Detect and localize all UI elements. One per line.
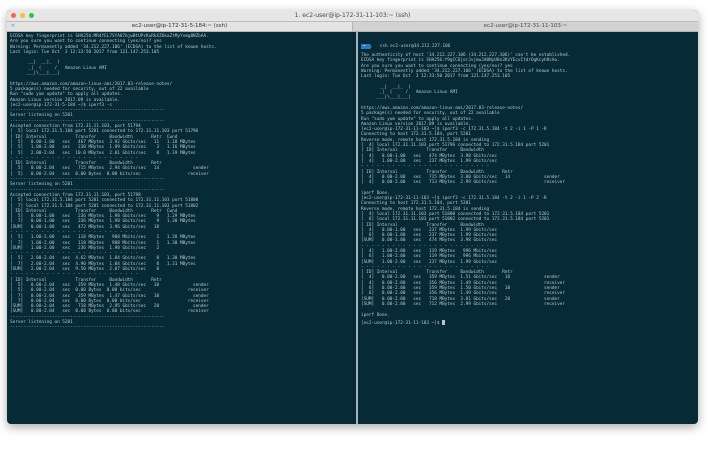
terminal-line: [ 4] 0.00-1.00 sec 474 MBytes 3.98 Gbits… <box>361 153 497 159</box>
prompt-line: ~ ssh ec2-user@34.212.227.106 <box>358 32 698 51</box>
terminal-line: [SUM] 2.00-2.04 sec 9.50 MBytes 2.07 Gbi… <box>10 267 160 273</box>
final-prompt[interactable]: [ec2-user@ip-172-31-11-103 ~]$ <box>358 319 698 326</box>
terminal-line: ___|\___|___| <box>376 95 411 101</box>
terminal-line: ----------------------------------------… <box>10 187 165 193</box>
terminal-line: [ 5] 1.00-2.00 sec 118 MBytes 988 Mbits/… <box>10 235 196 241</box>
terminal-line: Server listening on 5201 <box>10 113 73 119</box>
title-bar[interactable]: 1. ec2-user@ip-172-31-11-103:~ (ssh) <box>7 10 698 22</box>
terminal-line: [ 5] 2.00-2.04 sec 10.0 MBytes 2.01 Gbit… <box>10 150 196 156</box>
terminal-line: [SUM] 0.00-2.04 sec 0.00 Bytes 0.00 bits… <box>10 309 209 315</box>
terminal-line: [SUM] 0.00-1.00 sec 472 MBytes 3.96 Gbit… <box>10 224 160 230</box>
terminal-line: ----------------------------------------… <box>10 118 165 124</box>
terminal-line: iperf Done. <box>361 312 390 318</box>
terminal-line: Run "sudo yum update" to apply all updat… <box>361 116 474 122</box>
terminal-line: ----------------------------------------… <box>10 325 165 331</box>
terminal-line: [ 6] 0.00-2.00 sec 356 MBytes 1.49 Gbits… <box>361 291 565 297</box>
terminal-line: Connecting to host 172.31.5.184, port 52… <box>361 132 471 138</box>
terminal-line: Are you sure you want to continue connec… <box>361 63 513 69</box>
terminal-line: Server listening on 5201 <box>10 182 73 188</box>
text-cursor <box>442 319 446 325</box>
terminal-line: ----------------------------------------… <box>10 314 165 320</box>
prompt-badge: ~ <box>361 44 372 50</box>
terminal-line: https://aws.amazon.com/amazon-linux-ami/… <box>10 81 173 87</box>
terminal-line: [ ID] Interval Transfer Bandwidth <box>361 222 484 228</box>
tab-bar: ✕ ec2-user@ip-172-31-5-184:~ (ssh) ec2-u… <box>7 22 698 32</box>
terminal-line: [SUM] 0.00-2.00 sec 718 MBytes 3.01 Gbit… <box>361 296 560 302</box>
right-terminal-pane[interactable]: ~ ssh ec2-user@34.212.227.106 The authen… <box>358 32 698 424</box>
terminal-line: [ ID] Interval Transfer Bandwidth Retr <box>361 169 513 175</box>
terminal-line: [SUM] 1.00-2.00 sec 237 MBytes 1.99 Gbit… <box>361 259 497 265</box>
terminal-line: Are you sure you want to continue connec… <box>10 39 162 45</box>
terminal-line: Server listening on 5201 <box>10 320 73 326</box>
terminal-line: [ 7] local 172.31.5.184 port 5201 connec… <box>10 203 199 209</box>
terminal-line: [ 7] 0.00-2.04 sec 359 MBytes 1.47 Gbits… <box>10 293 209 299</box>
terminal-line: Connecting to host 172.31.5.184, port 52… <box>361 201 471 207</box>
terminal-line: [ 5] 2.00-2.04 sec 4.62 MBytes 1.04 Gbit… <box>10 256 196 262</box>
window-title: 1. ec2-user@ip-172-31-11-103:~ (ssh) <box>294 12 411 19</box>
terminal-line: - - - - - - - - - - - - - - - - - - - - … <box>361 164 490 170</box>
terminal-line: [ 5] local 172.31.5.184 port 5201 connec… <box>10 198 199 204</box>
terminal-line: Last login: Tue Oct 3 12:33:50 2017 from… <box>10 49 160 55</box>
terminal-line: - - - - - - - - - - - - - - - - - - - - … <box>10 272 139 278</box>
terminal-line: [ 4] 0.00-2.00 sec 359 MBytes 1.51 Gbits… <box>361 275 560 281</box>
terminal-line: iperf Done. <box>361 190 390 196</box>
terminal-line: [ 5] 1.00-2.00 sec 230 MBytes 1.99 Gbits… <box>10 145 196 151</box>
terminal-line: [ 4] 1.00-2.00 sec 237 MBytes 1.99 Gbits… <box>361 158 497 164</box>
terminal-line: [ ID] Interval Transfer Bandwidth <box>361 148 484 154</box>
terminal-line: [SUM] 1.00-2.00 sec 236 MBytes 1.98 Gbit… <box>10 245 160 251</box>
terminal-line: 5 package(s) needed for security, out of… <box>361 111 500 117</box>
terminal-window[interactable]: 1. ec2-user@ip-172-31-11-103:~ (ssh) ✕ e… <box>7 10 698 424</box>
tab-label: ec2-user@ip-172-31-5-184:~ (ssh) <box>131 23 228 29</box>
terminal-line: [ 5] local 172.31.5.184 port 5201 connec… <box>10 129 199 135</box>
terminal-line: [ 4] 0.00-2.00 sec 713 MBytes 2.99 Gbits… <box>361 180 565 186</box>
terminal-line: __| __|_ ) <box>28 60 60 66</box>
terminal-line: [ ID] Interval Transfer Bandwidth Retr <box>10 277 162 283</box>
close-icon[interactable]: ✕ <box>11 22 15 31</box>
terminal-line: Last login: Tue Oct 3 12:33:50 2017 from… <box>361 74 511 80</box>
terminal-line: Reverse mode, remote host 172.31.5.184 i… <box>361 137 490 143</box>
terminal-line: ECDSA key fingerprint is SHA256:Y9gCC6jo… <box>361 58 560 64</box>
terminal-line: [SUM] 0.00-1.00 sec 474 MBytes 3.98 Gbit… <box>361 238 497 244</box>
terminal-line: Amazon Linux version 2017.09 is availabl… <box>10 97 120 103</box>
terminal-line: [ ID] Interval Transfer Bandwidth Retr C… <box>10 134 178 140</box>
terminal-line: ___|\___|___| <box>25 71 60 77</box>
tab-left-session[interactable]: ✕ ec2-user@ip-172-31-5-184:~ (ssh) <box>7 22 352 31</box>
terminal-line: [ 5] 0.00-2.04 sec 715 MBytes 2.94 Gbits… <box>10 166 209 172</box>
terminal-line: [SUM] 0.00-2.00 sec 712 MBytes 2.99 Gbit… <box>361 301 565 307</box>
terminal-line: [ec2-user@ip-172-31-5-184 ~]$ iperf3 -s <box>10 102 112 108</box>
terminal-output: ECDSA key fingerprint is SHA256:MR4YEL7S… <box>7 32 356 333</box>
tab-label: ec2-user@ip-172-31-11-103:~ <box>483 23 568 29</box>
terminal-line: [ 7] 0.00-1.00 sec 236 MBytes 1.98 Gbits… <box>10 219 196 225</box>
tab-right-session[interactable]: ec2-user@ip-172-31-11-103:~ <box>352 22 698 31</box>
terminal-line: Warning: Permanently added '34.212.227.1… <box>10 44 217 50</box>
terminal-line: [ 5] 0.00-2.04 sec 0.00 Bytes 0.00 bits/… <box>10 171 209 177</box>
terminal-line: [ 6] local 172.31.11.103 port 51802 conn… <box>361 217 550 223</box>
terminal-output: The authenticity of host '34.212.227.106… <box>358 51 698 320</box>
terminal-line: - - - - - - - - - - - - - - - - - - - - … <box>361 243 490 249</box>
terminal-line: [ 5] 0.00-2.04 sec 0.00 Bytes 0.00 bits/… <box>10 288 209 294</box>
terminal-line: Run "sudo yum update" to apply all updat… <box>10 92 123 98</box>
terminal-line: Reverse mode, remote host 172.31.5.184 i… <box>361 206 490 212</box>
terminal-line: [ 7] 1.00-2.00 sec 118 MBytes 988 Mbits/… <box>10 240 196 246</box>
left-terminal-pane[interactable]: ECDSA key fingerprint is SHA256:MR4YEL7S… <box>7 32 356 424</box>
terminal-line: [ 6] 1.00-2.00 sec 119 MBytes 996 Mbits/… <box>361 254 497 260</box>
final-prompt-text: [ec2-user@ip-172-31-11-103 ~]$ <box>361 320 443 326</box>
ssh-command: ssh ec2-user@34.212.227.106 <box>379 44 451 49</box>
